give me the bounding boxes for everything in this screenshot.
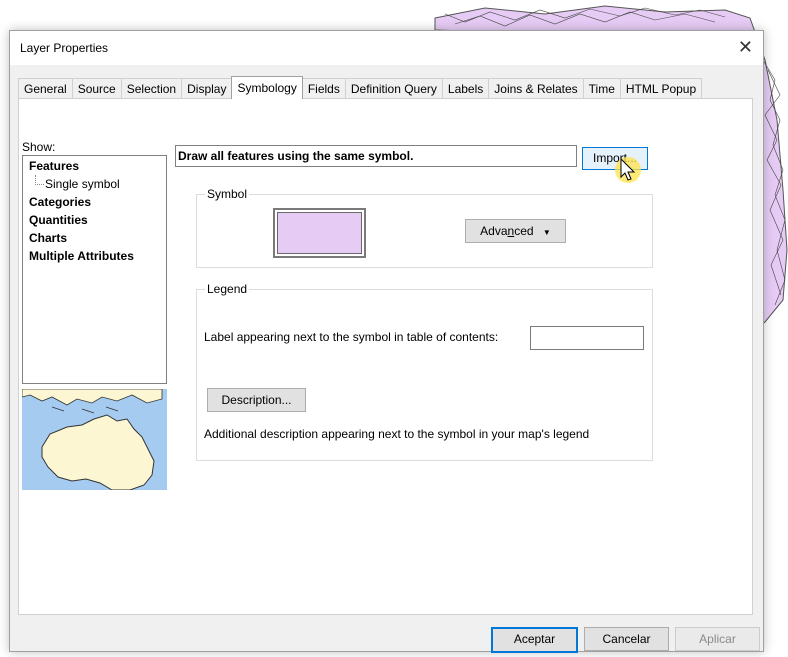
- list-item-charts[interactable]: Charts: [29, 231, 67, 245]
- close-icon[interactable]: ✕: [738, 37, 753, 57]
- legend-label-caption: Label appearing next to the symbol in ta…: [204, 330, 499, 344]
- symbol-swatch-button[interactable]: [273, 208, 366, 258]
- ok-button[interactable]: Aceptar: [491, 627, 578, 653]
- description-button[interactable]: Description...: [207, 388, 306, 412]
- list-item-categories[interactable]: Categories: [29, 195, 91, 209]
- advanced-button[interactable]: Advanced ▼: [465, 219, 566, 243]
- tab-html-popup[interactable]: HTML Popup: [619, 78, 703, 99]
- renderer-type-list[interactable]: Features Single symbol Categories Quanti…: [22, 155, 167, 384]
- dialog-title: Layer Properties: [20, 41, 109, 55]
- dropdown-arrow-icon: ▼: [542, 228, 551, 237]
- renderer-preview-map: [22, 389, 167, 490]
- tab-fields[interactable]: Fields: [301, 78, 346, 99]
- tab-time[interactable]: Time: [582, 78, 621, 99]
- tab-labels[interactable]: Labels: [441, 78, 490, 99]
- advanced-label-start: Adva: [480, 224, 508, 238]
- tab-symbology[interactable]: Symbology: [231, 76, 303, 99]
- tab-bar: General Source Selection Display Symbolo…: [18, 76, 703, 99]
- symbol-fill-preview: [277, 212, 362, 254]
- advanced-label-end: ced: [514, 224, 534, 238]
- show-label: Show:: [22, 140, 56, 154]
- tab-display[interactable]: Display: [181, 78, 233, 99]
- renderer-description: Draw all features using the same symbol.: [175, 145, 577, 167]
- layer-properties-dialog: Layer Properties ✕ General Source Select…: [9, 30, 764, 653]
- tab-definition-query[interactable]: Definition Query: [344, 78, 443, 99]
- mouse-cursor-icon: [615, 157, 641, 183]
- legend-group-label: Legend: [205, 282, 250, 296]
- cancel-button[interactable]: Cancelar: [584, 627, 669, 651]
- tab-joins-relates[interactable]: Joins & Relates: [488, 78, 584, 99]
- symbol-group-label: Symbol: [205, 187, 250, 201]
- legend-group: Legend Label appearing next to the symbo…: [196, 282, 653, 461]
- additional-description-text: Additional description appearing next to…: [204, 427, 590, 441]
- symbol-group: Symbol Advanced ▼: [196, 187, 653, 268]
- tab-general[interactable]: General: [18, 78, 73, 99]
- tab-selection[interactable]: Selection: [120, 78, 183, 99]
- legend-label-input[interactable]: [530, 326, 644, 350]
- list-item-features[interactable]: Features: [29, 159, 79, 173]
- tab-source[interactable]: Source: [71, 78, 122, 99]
- list-item-quantities[interactable]: Quantities: [29, 213, 88, 227]
- list-item-single-symbol[interactable]: Single symbol: [45, 177, 120, 191]
- apply-button[interactable]: Aplicar: [675, 627, 760, 651]
- list-item-multiple-attributes[interactable]: Multiple Attributes: [29, 249, 134, 263]
- title-bar: Layer Properties ✕: [10, 31, 763, 65]
- tree-connector: [35, 175, 44, 185]
